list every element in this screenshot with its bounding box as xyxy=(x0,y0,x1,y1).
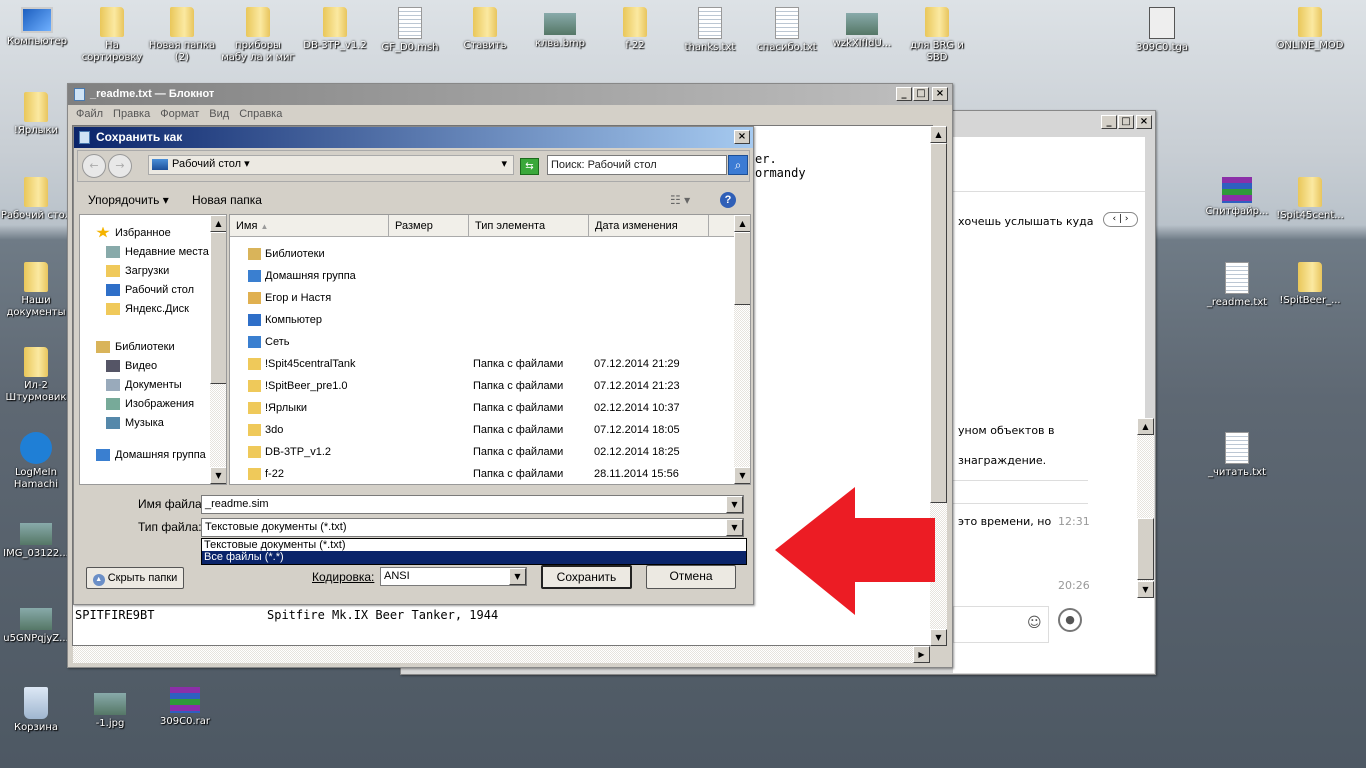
arrow-left-icon xyxy=(775,487,935,615)
red-arrow-annotation xyxy=(775,487,935,615)
